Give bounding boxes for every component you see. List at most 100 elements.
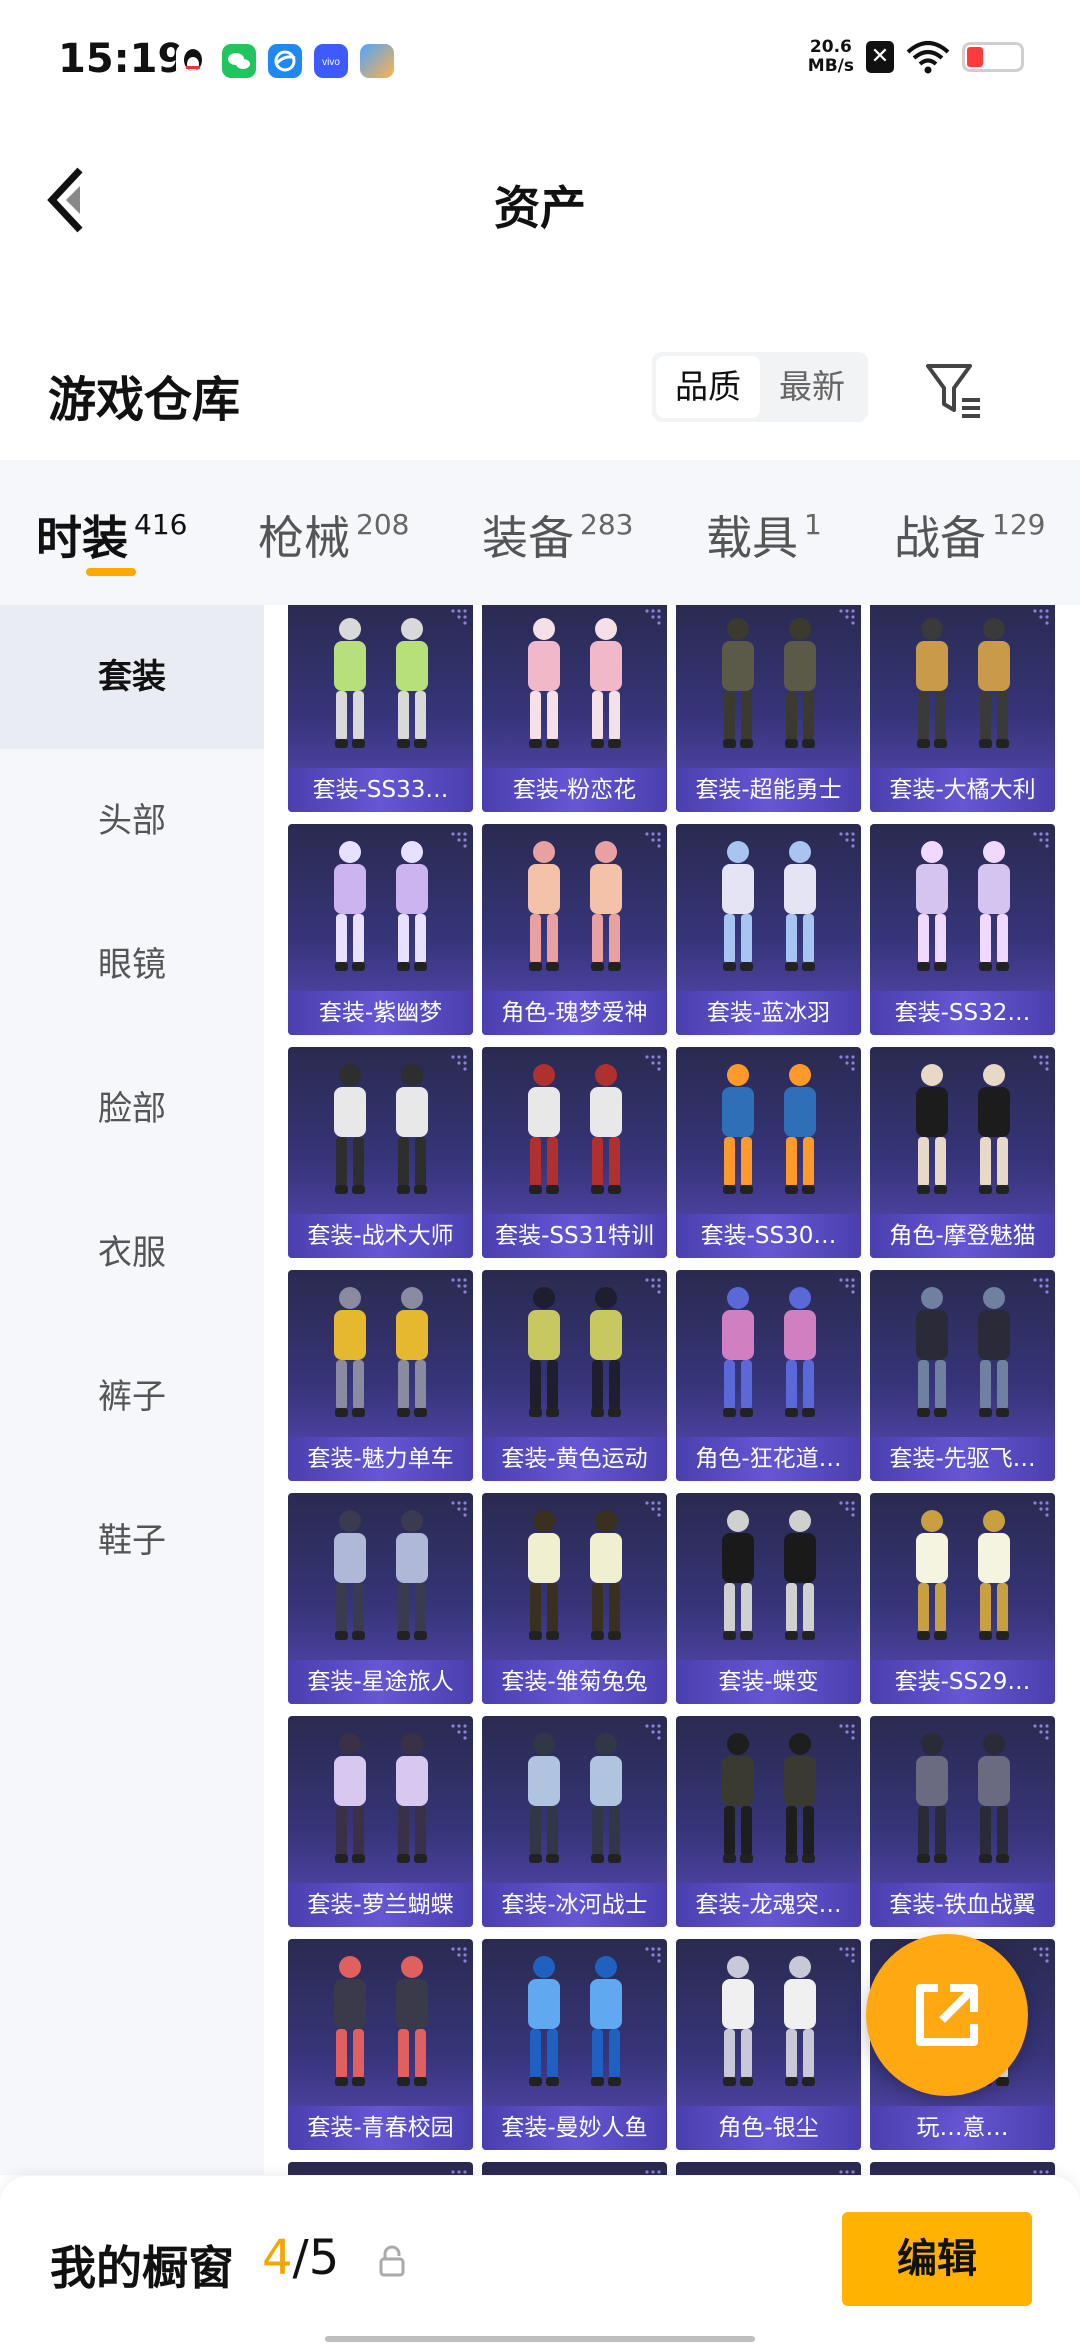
dot-pattern-icon	[451, 1055, 467, 1071]
share-button[interactable]	[866, 1934, 1028, 2096]
tab-equipment[interactable]: 装备 283	[482, 502, 633, 568]
sidebar-item-pants[interactable]: 裤子	[0, 1325, 264, 1469]
item-card[interactable]: 角色-摩登魅猫	[870, 1047, 1055, 1258]
wifi-icon	[906, 41, 950, 74]
sidebar-item-shoes[interactable]: 鞋子	[0, 1469, 264, 1613]
item-card[interactable]: 套装-战术大师	[288, 1047, 473, 1258]
dot-pattern-icon	[839, 609, 855, 625]
item-card[interactable]: 角色-瑰梦爱神	[482, 824, 667, 1035]
item-card[interactable]	[482, 2162, 667, 2175]
item-card[interactable]: 套装-铁血战翼	[870, 1716, 1055, 1927]
item-card[interactable]: 套装-粉恋花	[482, 605, 667, 812]
item-card[interactable]	[870, 2162, 1055, 2175]
edit-button[interactable]: 编辑	[842, 2212, 1032, 2306]
tab-supplies[interactable]: 战备 129	[894, 502, 1045, 568]
item-card-label: 套装-紫幽梦	[288, 991, 473, 1035]
dot-pattern-icon	[839, 1501, 855, 1517]
item-card[interactable]: 套装-雏菊兔兔	[482, 1493, 667, 1704]
sidebar-item-clothes[interactable]: 衣服	[0, 1181, 264, 1325]
dot-pattern-icon	[645, 1724, 661, 1740]
dot-pattern-icon	[451, 832, 467, 848]
sort-quality[interactable]: 品质	[656, 356, 760, 418]
item-card[interactable]: 套装-黄色运动	[482, 1270, 667, 1481]
item-card-label: 角色-瑰梦爱神	[482, 991, 667, 1035]
item-card[interactable]: 套装-魅力单车	[288, 1270, 473, 1481]
warehouse-title: 游戏仓库	[48, 372, 241, 428]
dot-pattern-icon	[839, 832, 855, 848]
sidebar-item-glasses[interactable]: 眼镜	[0, 893, 264, 1037]
item-card[interactable]: 角色-狂花道…	[676, 1270, 861, 1481]
item-card[interactable]: 套装-萝兰蝴蝶	[288, 1716, 473, 1927]
tab-guns[interactable]: 枪械 208	[258, 502, 409, 568]
item-card[interactable]: 套装-先驱飞…	[870, 1270, 1055, 1481]
item-card[interactable]: 套装-紫幽梦	[288, 824, 473, 1035]
dot-pattern-icon	[451, 1724, 467, 1740]
showcase-count: 4/5	[262, 2230, 339, 2286]
tab-label: 装备	[482, 511, 574, 565]
sidebar-item-suits[interactable]: 套装	[0, 605, 264, 749]
item-card[interactable]: 套装-SS32…	[870, 824, 1055, 1035]
sidebar-item-head[interactable]: 头部	[0, 749, 264, 893]
outfit-figure-icon	[528, 1064, 622, 1194]
dot-pattern-icon	[451, 2170, 467, 2174]
item-card-label: 套装-萝兰蝴蝶	[288, 1883, 473, 1927]
item-card[interactable]: 套装-青春校园	[288, 1939, 473, 2150]
item-card[interactable]: 套装-龙魂突…	[676, 1716, 861, 1927]
item-card[interactable]: 套装-大橘大利	[870, 605, 1055, 812]
sidebar-item-face[interactable]: 脸部	[0, 1037, 264, 1181]
files-icon	[360, 44, 394, 78]
outfit-figure-icon	[528, 1287, 622, 1417]
outfit-figure-icon	[334, 1287, 428, 1417]
vivo-icon: vivo	[314, 44, 348, 78]
dot-pattern-icon	[1033, 609, 1049, 625]
outfit-figure-icon	[722, 1510, 816, 1640]
status-app-icons: vivo	[176, 44, 394, 78]
item-card[interactable]: 套装-超能勇士	[676, 605, 861, 812]
net-speed-value: 20.6	[809, 37, 852, 57]
item-card-label: 角色-狂花道…	[676, 1437, 861, 1481]
status-right: 20.6 MB/s ✕	[808, 38, 1024, 76]
outfit-figure-icon	[334, 1733, 428, 1863]
page-title: 资产	[494, 181, 586, 235]
outfit-figure-icon	[334, 618, 428, 748]
filter-button[interactable]	[920, 356, 986, 422]
outfit-figure-icon	[916, 1064, 1010, 1194]
dot-pattern-icon	[645, 609, 661, 625]
outfit-figure-icon	[334, 1064, 428, 1194]
item-card[interactable]	[676, 2162, 861, 2175]
dot-pattern-icon	[839, 1278, 855, 1294]
outfit-figure-icon	[722, 1733, 816, 1863]
sort-newest[interactable]: 最新	[760, 356, 864, 418]
item-card[interactable]: 套装-蓝冰羽	[676, 824, 861, 1035]
tab-label: 战备	[894, 511, 986, 565]
item-card-label: 玩…意…	[870, 2106, 1055, 2150]
outfit-figure-icon	[528, 1956, 622, 2086]
item-card[interactable]: 套装-SS30…	[676, 1047, 861, 1258]
outfit-figure-icon	[722, 1064, 816, 1194]
item-card[interactable]: 角色-银尘	[676, 1939, 861, 2150]
outfit-figure-icon	[916, 618, 1010, 748]
item-card-label: 套装-战术大师	[288, 1214, 473, 1258]
item-card-label: 套装-SS29…	[870, 1660, 1055, 1704]
dot-pattern-icon	[645, 1501, 661, 1517]
item-card[interactable]: 套装-SS33…	[288, 605, 473, 812]
item-card[interactable]: 套装-曼妙人鱼	[482, 1939, 667, 2150]
item-card-label: 套装-超能勇士	[676, 768, 861, 812]
dot-pattern-icon	[645, 832, 661, 848]
tab-vehicles[interactable]: 载具 1	[706, 502, 822, 568]
outfit-figure-icon	[528, 1733, 622, 1863]
item-card[interactable]: 套装-星途旅人	[288, 1493, 473, 1704]
outfit-figure-icon	[528, 1510, 622, 1640]
item-card[interactable]: 套装-蝶变	[676, 1493, 861, 1704]
item-card[interactable]	[288, 2162, 473, 2175]
outfit-figure-icon	[334, 1956, 428, 2086]
home-indicator	[325, 2336, 755, 2342]
tab-fashion[interactable]: 时装 416	[36, 502, 187, 568]
sort-toggle: 品质 最新	[652, 352, 868, 422]
item-card[interactable]: 套装-SS29…	[870, 1493, 1055, 1704]
item-card[interactable]: 套装-冰河战士	[482, 1716, 667, 1927]
svg-text:vivo: vivo	[322, 57, 340, 68]
tab-count: 416	[134, 508, 188, 541]
item-card[interactable]: 套装-SS31特训	[482, 1047, 667, 1258]
dot-pattern-icon	[1033, 832, 1049, 848]
